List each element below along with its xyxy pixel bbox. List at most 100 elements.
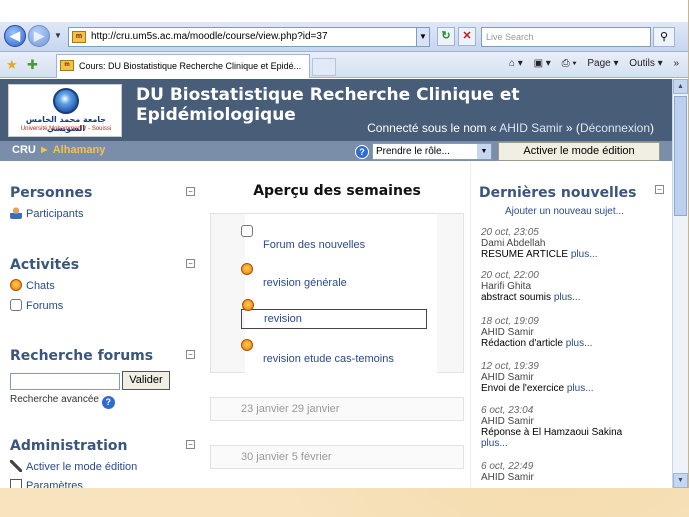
print-icon[interactable]: ⎙ ▾	[562, 58, 577, 69]
weeks-overview-title: Aperçu des semaines	[253, 183, 421, 199]
collapse-icon[interactable]: −	[186, 187, 195, 196]
block-title-recherche: Recherche forums	[10, 348, 154, 364]
activity-revision-generale[interactable]: revision générale	[241, 263, 427, 289]
login-suffix: )	[650, 121, 654, 135]
search-icon[interactable]: ⚲	[653, 27, 675, 47]
activity-forum-news[interactable]: Forum des nouvelles	[241, 225, 427, 251]
news-more-link[interactable]: plus...	[571, 249, 598, 260]
news-date: 18 oct, 19:09	[481, 316, 539, 327]
collapse-icon[interactable]: −	[655, 185, 664, 194]
logo-latin-text: Université Mohammed V - Souissi	[20, 126, 112, 132]
right-column: Dernières nouvelles − Ajouter un nouveau…	[470, 161, 672, 488]
news-more-link[interactable]: plus...	[566, 338, 593, 349]
collapse-icon[interactable]: −	[186, 259, 195, 268]
news-more-link[interactable]: plus...	[481, 438, 671, 449]
week-section: 23 janvier 29 janvier	[210, 397, 464, 421]
block-title-activites: Activités	[10, 257, 80, 273]
activity-label: Forum des nouvelles	[263, 239, 366, 251]
news-author: Dami Abdellah	[481, 238, 546, 249]
block-title-administration: Administration	[10, 438, 128, 454]
browser-tab[interactable]: Cours: DU Biostatistique Recherche Clini…	[56, 54, 310, 78]
participants-link[interactable]: Participants	[10, 207, 83, 220]
chat-icon	[10, 279, 22, 291]
news-author: AHID Samir	[481, 416, 534, 427]
tools-menu[interactable]: Outils ▾	[629, 58, 662, 69]
forums-label: Forums	[26, 300, 64, 312]
admin-edit-mode-label: Activer le mode édition	[26, 461, 138, 473]
scroll-up-icon[interactable]: ▲	[673, 79, 688, 94]
browser-toolbar: ◀ ▶ ▼ http://cru.um5s.ac.ma/moodle/cours…	[0, 22, 688, 52]
forum-search-input[interactable]	[10, 373, 120, 390]
section-zero-content	[245, 214, 437, 374]
edit-mode-button[interactable]: Activer le mode édition	[498, 142, 660, 161]
login-info: Connecté sous le nom « AHID Samir » (Déc…	[367, 121, 654, 135]
main-content: Personnes − Participants Activités − Cha…	[0, 161, 672, 488]
more-chevron-icon[interactable]: »	[673, 58, 679, 69]
news-item: 18 oct, 19:09 AHID Samir Rédaction d'art…	[481, 316, 671, 349]
address-bar[interactable]: http://cru.um5s.ac.ma/moodle/course/view…	[68, 27, 430, 47]
scroll-thumb[interactable]	[674, 96, 687, 216]
forum-icon	[241, 225, 253, 237]
chat-icon	[241, 339, 253, 351]
scroll-down-icon[interactable]: ▼	[673, 473, 688, 488]
news-subject: Envoi de l'exercice	[481, 383, 565, 394]
stop-icon[interactable]: ✕	[458, 27, 476, 46]
breadcrumb-root[interactable]: CRU	[12, 144, 36, 156]
home-icon[interactable]: ⌂ ▾	[509, 58, 523, 69]
page-favicon-icon: m	[72, 31, 86, 43]
block-title-personnes: Personnes	[10, 185, 93, 201]
forward-icon[interactable]: ▶	[28, 25, 50, 47]
university-logo[interactable]: جامعة محمد الخامس السويسي Université Moh…	[8, 84, 122, 137]
history-dropdown-icon[interactable]: ▼	[54, 31, 62, 40]
forums-link[interactable]: Forums	[10, 299, 63, 312]
news-author: Harifi Ghita	[481, 281, 532, 292]
news-more-link[interactable]: plus...	[554, 292, 581, 303]
back-icon[interactable]: ◀	[4, 25, 26, 47]
activity-revision-cas-temoins[interactable]: revision etude cas-temoins	[241, 339, 427, 365]
refresh-icon[interactable]: ↻	[437, 27, 455, 46]
feeds-icon[interactable]: ▣ ▾	[534, 58, 551, 69]
news-subject: RESUME ARTICLE	[481, 249, 569, 260]
news-author: AHID Samir	[481, 372, 534, 383]
collapse-icon[interactable]: −	[186, 350, 195, 359]
favorites-star-icon[interactable]: ★	[6, 57, 18, 73]
edit-hammer-icon	[10, 460, 22, 472]
week-section: 30 janvier 5 février	[210, 445, 464, 469]
help-icon[interactable]: ?	[355, 145, 369, 159]
chevron-down-icon[interactable]: ▼	[477, 144, 491, 159]
news-item: 6 oct, 23:04 AHID Samir Réponse à El Ham…	[481, 405, 671, 449]
settings-link[interactable]: Paramètres	[10, 479, 83, 488]
role-select[interactable]: Prendre le rôle... ▼	[372, 143, 492, 160]
role-select-value: Prendre le rôle...	[376, 146, 450, 157]
news-date: 6 oct, 22:49	[481, 461, 534, 472]
participants-label: Participants	[26, 208, 84, 220]
breadcrumb: CRU ► Alhamany	[12, 144, 105, 156]
advanced-search-label: Recherche avancée	[10, 394, 99, 405]
live-search-input[interactable]: Live Search	[481, 27, 651, 47]
tab-favicon-icon: m	[60, 60, 74, 71]
page-menu[interactable]: Page ▾	[587, 58, 618, 69]
news-item: 6 oct, 22:49 AHID Samir	[481, 461, 671, 483]
news-date: 12 oct, 19:39	[481, 361, 539, 372]
search-submit-button[interactable]: Valider	[122, 371, 170, 390]
help-icon[interactable]: ?	[101, 396, 115, 409]
user-link[interactable]: AHID Samir	[499, 121, 562, 135]
add-topic-link[interactable]: Ajouter un nouveau sujet...	[505, 206, 624, 217]
vertical-scrollbar[interactable]: ▲ ▼	[672, 79, 688, 488]
login-prefix: Connecté sous le nom «	[367, 121, 497, 135]
advanced-search-link[interactable]: Recherche avancée ?	[10, 394, 115, 409]
activity-label: revision etude cas-temoins	[263, 353, 394, 365]
news-more-link[interactable]: plus...	[567, 383, 594, 394]
news-subject: Réponse à El Hamzaoui Sakina	[481, 427, 623, 438]
logout-link[interactable]: Déconnexion	[580, 121, 650, 135]
add-favorites-icon[interactable]: ✚	[27, 57, 38, 73]
collapse-icon[interactable]: −	[186, 440, 195, 449]
news-date: 20 oct, 23:05	[481, 227, 539, 238]
chat-icon	[242, 299, 254, 311]
chats-link[interactable]: Chats	[10, 279, 55, 292]
admin-edit-mode-link[interactable]: Activer le mode édition	[10, 460, 137, 473]
news-item: 12 oct, 19:39 AHID Samir Envoi de l'exer…	[481, 361, 671, 394]
address-dropdown-icon[interactable]: ▼	[416, 28, 429, 46]
new-tab-button[interactable]	[312, 58, 336, 76]
activity-revision[interactable]: revision	[241, 299, 427, 329]
